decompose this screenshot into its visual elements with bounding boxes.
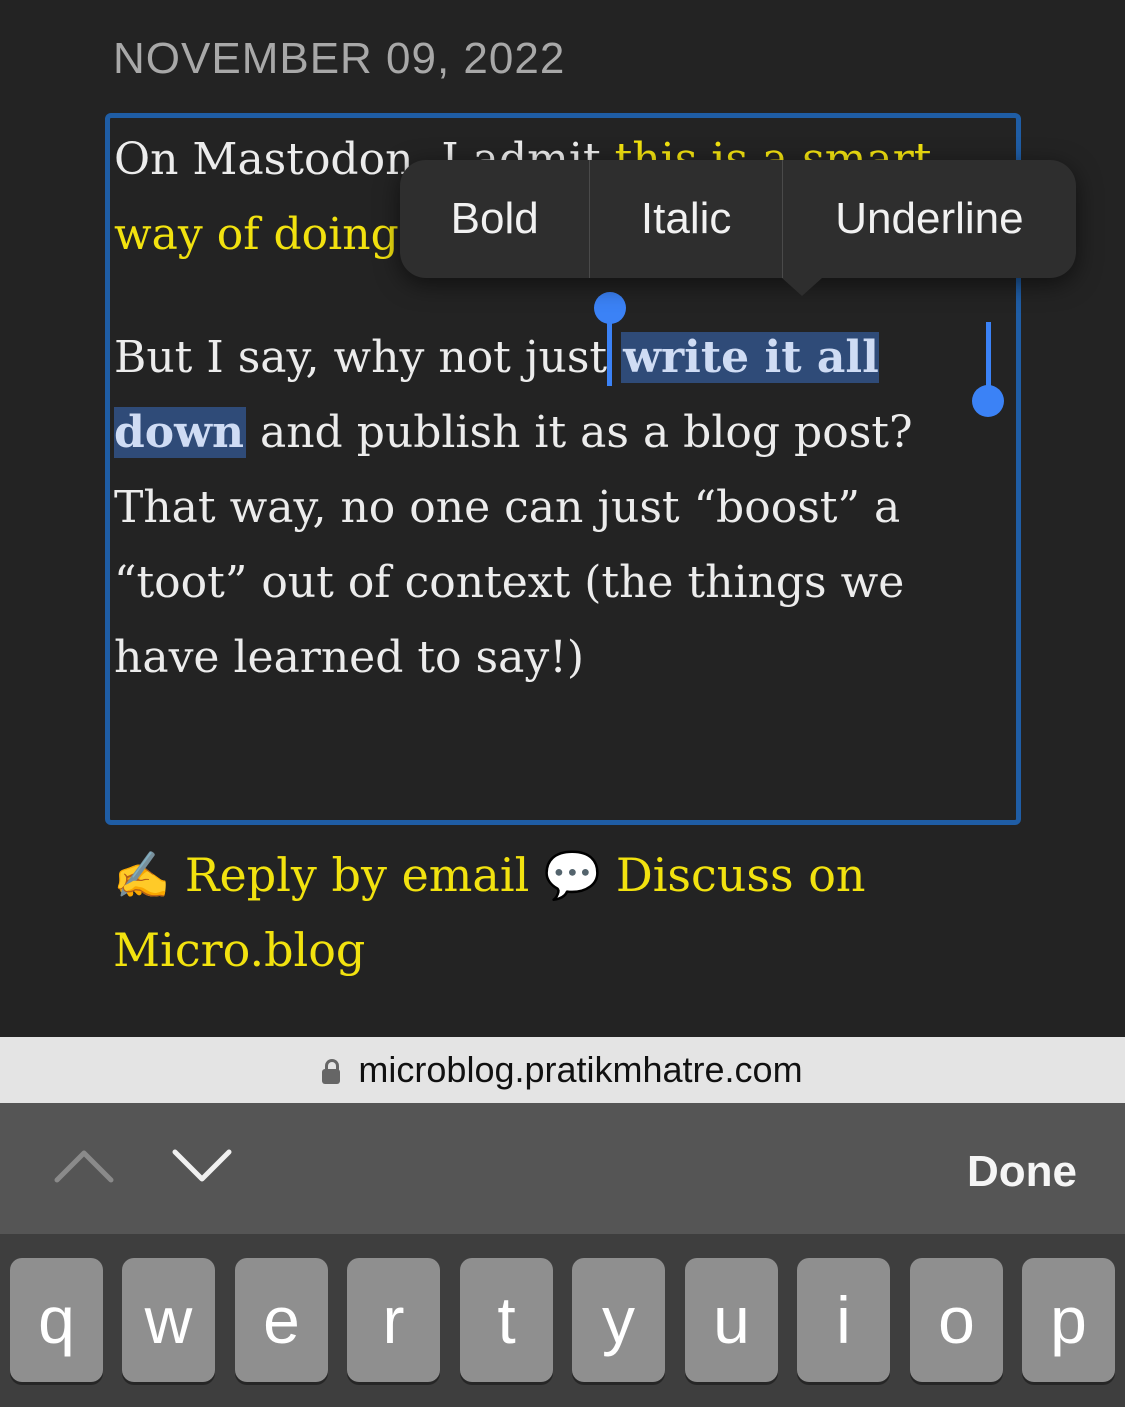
- paragraph-2: But I say, why not just write it all dow…: [114, 320, 996, 695]
- key-r[interactable]: r: [347, 1258, 440, 1382]
- reply-by-email-link[interactable]: Reply by email: [185, 848, 529, 902]
- underline-button[interactable]: Underline: [783, 160, 1076, 278]
- speech-bubble-icon: 💬: [543, 848, 602, 902]
- key-u[interactable]: u: [685, 1258, 778, 1382]
- paragraph-2-text-before: But I say, why not just: [114, 332, 622, 383]
- url-text: microblog.pratikmhatre.com: [358, 1049, 803, 1090]
- key-y[interactable]: y: [572, 1258, 665, 1382]
- key-o[interactable]: o: [910, 1258, 1003, 1382]
- italic-button[interactable]: Italic: [590, 160, 781, 278]
- selection-start-bar: [607, 322, 612, 386]
- key-e[interactable]: e: [235, 1258, 328, 1382]
- selection-end-handle[interactable]: [972, 385, 1004, 417]
- keyboard: q w e r t y u i o p: [0, 1234, 1125, 1407]
- done-button[interactable]: Done: [967, 1147, 1077, 1197]
- writing-hand-icon: ✍️: [113, 848, 171, 902]
- keyboard-toolbar: Done: [0, 1103, 1125, 1234]
- chevron-up-icon[interactable]: [54, 1149, 114, 1183]
- selection-end-bar: [986, 322, 991, 386]
- key-i[interactable]: i: [797, 1258, 890, 1382]
- key-w[interactable]: w: [122, 1258, 215, 1382]
- key-t[interactable]: t: [460, 1258, 553, 1382]
- chevron-down-icon[interactable]: [172, 1149, 232, 1183]
- post-date: NOVEMBER 09, 2022: [113, 34, 566, 83]
- address-bar[interactable]: microblog.pratikmhatre.com: [0, 1037, 1125, 1103]
- lock-icon: [322, 1058, 341, 1084]
- key-p[interactable]: p: [1022, 1258, 1115, 1382]
- bold-button[interactable]: Bold: [400, 160, 589, 278]
- post-footer: ✍️ Reply by email 💬 Discuss on Micro.blo…: [113, 838, 1013, 988]
- menu-pointer: [782, 278, 822, 296]
- selection-start-handle[interactable]: [594, 292, 626, 324]
- key-q[interactable]: q: [10, 1258, 103, 1382]
- format-menu: Bold Italic Underline: [400, 160, 1076, 296]
